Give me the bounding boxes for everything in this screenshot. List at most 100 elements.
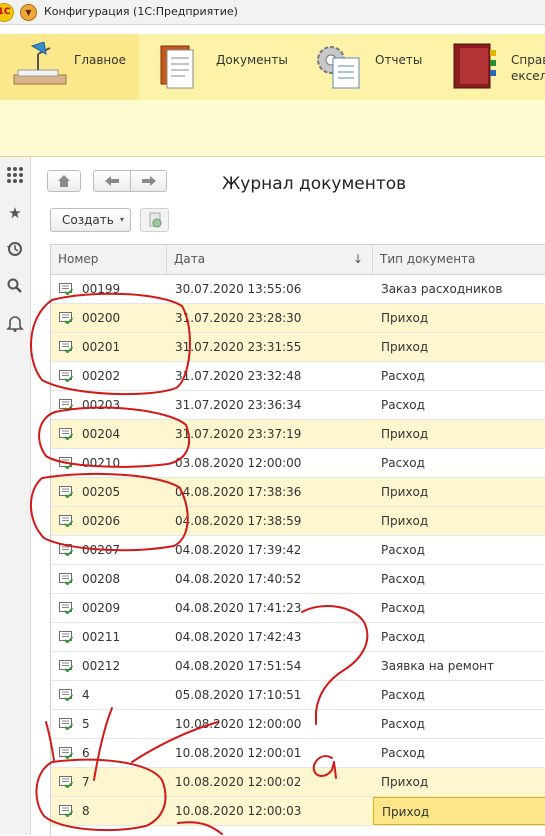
documents-table: Номер Дата ↓ Тип документа 00199 30.07.20… bbox=[50, 244, 545, 836]
document-posted-icon bbox=[59, 457, 73, 469]
cell-number: 00204 bbox=[82, 427, 121, 441]
document-posted-icon bbox=[59, 689, 73, 701]
cell-date: 04.08.2020 17:51:54 bbox=[175, 659, 302, 673]
create-button-label: Создать bbox=[62, 213, 114, 227]
section-reports-label: Отчеты bbox=[375, 53, 423, 67]
table-row[interactable]: 00204 31.07.2020 23:37:19 Приход bbox=[51, 420, 545, 449]
section-reference[interactable]: Справ ексел bbox=[438, 34, 545, 100]
cell-number: 00209 bbox=[82, 601, 121, 615]
table-row[interactable]: 00203 31.07.2020 23:36:34 Расход bbox=[51, 391, 545, 420]
document-posted-icon bbox=[59, 486, 73, 498]
document-posted-icon bbox=[59, 370, 73, 382]
cell-number: 00212 bbox=[82, 659, 121, 673]
cell-type: Расход bbox=[381, 746, 425, 760]
table-row[interactable]: 00210 03.08.2020 12:00:00 Расход bbox=[51, 449, 545, 478]
cell-number: 00208 bbox=[82, 572, 121, 586]
cell-type: Приход bbox=[381, 775, 429, 789]
table-row[interactable]: 00209 04.08.2020 17:41:23 Расход bbox=[51, 594, 545, 623]
table-row[interactable]: 00208 04.08.2020 17:40:52 Расход bbox=[51, 565, 545, 594]
favorites-star-icon[interactable]: ★ bbox=[5, 203, 25, 223]
section-documents[interactable]: Документы bbox=[139, 34, 299, 100]
table-row[interactable]: 00207 04.08.2020 17:39:42 Расход bbox=[51, 536, 545, 565]
app-logo-icon[interactable]: 1С bbox=[0, 3, 14, 22]
cell-date: 04.08.2020 17:38:36 bbox=[175, 485, 302, 499]
cell-type: Приход bbox=[381, 311, 429, 325]
cell-type-selected: Приход bbox=[373, 797, 545, 825]
column-number-label: Номер bbox=[58, 252, 99, 266]
cell-number: 00205 bbox=[82, 485, 121, 499]
chevron-down-icon: ▾ bbox=[119, 215, 124, 224]
cell-date: 04.08.2020 17:39:42 bbox=[175, 543, 302, 557]
cell-number: 00199 bbox=[82, 282, 121, 296]
table-row[interactable]: 00211 04.08.2020 17:42:43 Расход bbox=[51, 623, 545, 652]
table-row[interactable]: 00202 31.07.2020 23:32:48 Расход bbox=[51, 362, 545, 391]
table-header: Номер Дата ↓ Тип документа bbox=[51, 245, 545, 275]
cell-type: Приход bbox=[381, 485, 429, 499]
sections-panel: Главное Документы Отчеты Спра ексел bbox=[0, 34, 545, 100]
create-button[interactable]: Создать ▾ bbox=[50, 208, 131, 232]
section-main-label: Главное bbox=[74, 53, 126, 67]
notifications-bell-icon[interactable] bbox=[5, 314, 25, 334]
document-posted-icon bbox=[59, 631, 73, 643]
cell-type: Расход bbox=[381, 572, 425, 586]
column-date-label: Дата bbox=[174, 252, 206, 266]
function-panel bbox=[0, 100, 545, 157]
cell-date: 31.07.2020 23:28:30 bbox=[175, 311, 302, 325]
table-row[interactable]: 00206 04.08.2020 17:38:59 Приход bbox=[51, 507, 545, 536]
section-reference-label: Справ bbox=[511, 53, 545, 67]
cell-date: 04.08.2020 17:41:23 bbox=[175, 601, 302, 615]
documents-icon bbox=[160, 45, 194, 89]
cell-type: Расход bbox=[381, 456, 425, 470]
search-icon[interactable] bbox=[5, 277, 25, 297]
table-row[interactable]: 8 10.08.2020 12:00:03 Приход bbox=[51, 797, 545, 826]
cell-date: 10.08.2020 12:00:02 bbox=[175, 775, 302, 789]
section-main[interactable]: Главное bbox=[0, 34, 139, 100]
back-button[interactable] bbox=[93, 170, 130, 192]
cell-number: 00200 bbox=[82, 311, 121, 325]
column-number-header[interactable]: Номер bbox=[51, 245, 167, 274]
document-posted-icon bbox=[59, 544, 73, 556]
history-icon[interactable] bbox=[5, 240, 25, 260]
table-row[interactable]: 00199 30.07.2020 13:55:06 Заказ расходнико… bbox=[51, 275, 545, 304]
main-menu-button[interactable]: ▼ bbox=[20, 4, 37, 21]
table-row[interactable]: 7 10.08.2020 12:00:02 Приход bbox=[51, 768, 545, 797]
title-bar: 1С ▼ Конфигурация (1С:Предприятие) bbox=[0, 0, 545, 25]
table-row[interactable]: 00200 31.07.2020 23:28:30 Приход bbox=[51, 304, 545, 333]
table-row[interactable]: 00212 04.08.2020 17:51:54 Заявка на ремонт bbox=[51, 652, 545, 681]
window-title: Конфигурация (1С:Предприятие) bbox=[44, 5, 238, 18]
section-documents-label: Документы bbox=[216, 53, 288, 67]
cell-number: 00211 bbox=[82, 630, 121, 644]
print-button[interactable] bbox=[140, 208, 169, 232]
section-reports[interactable]: Отчеты bbox=[299, 34, 438, 100]
all-functions-icon[interactable] bbox=[5, 166, 25, 186]
arrow-left-icon bbox=[105, 176, 119, 186]
cell-number: 6 bbox=[82, 746, 90, 760]
cell-date: 03.08.2020 12:00:00 bbox=[175, 456, 302, 470]
cell-type: Заявка на ремонт bbox=[381, 659, 494, 673]
section-reference-label-2: ексел bbox=[511, 69, 545, 83]
document-posted-icon bbox=[59, 428, 73, 440]
reports-gear-icon bbox=[317, 46, 360, 89]
cell-date: 10.08.2020 12:00:03 bbox=[175, 804, 302, 818]
column-date-header[interactable]: Дата ↓ bbox=[167, 245, 373, 274]
table-row[interactable]: 6 10.08.2020 12:00:01 Расход bbox=[51, 739, 545, 768]
arrow-right-icon bbox=[141, 176, 156, 186]
cell-type: Приход bbox=[381, 427, 429, 441]
cell-type: Расход bbox=[381, 717, 425, 731]
cell-number: 00207 bbox=[82, 543, 121, 557]
cell-date: 04.08.2020 17:40:52 bbox=[175, 572, 302, 586]
cell-number: 00202 bbox=[82, 369, 121, 383]
table-row[interactable]: 00205 04.08.2020 17:38:36 Приход bbox=[51, 478, 545, 507]
forward-button[interactable] bbox=[130, 170, 167, 192]
home-button[interactable] bbox=[47, 170, 81, 192]
cell-number: 00206 bbox=[82, 514, 121, 528]
table-row[interactable]: 00201 31.07.2020 23:31:55 Приход bbox=[51, 333, 545, 362]
document-posted-icon bbox=[59, 747, 73, 759]
document-posted-icon bbox=[59, 283, 73, 295]
table-row[interactable]: 5 10.08.2020 12:00:00 Расход bbox=[51, 710, 545, 739]
column-type-header[interactable]: Тип документа bbox=[373, 245, 545, 274]
cell-date: 31.07.2020 23:36:34 bbox=[175, 398, 302, 412]
document-posted-icon bbox=[59, 341, 73, 353]
table-row[interactable]: 4 05.08.2020 17:10:51 Расход bbox=[51, 681, 545, 710]
cell-type: Заказ расходников bbox=[381, 282, 503, 296]
